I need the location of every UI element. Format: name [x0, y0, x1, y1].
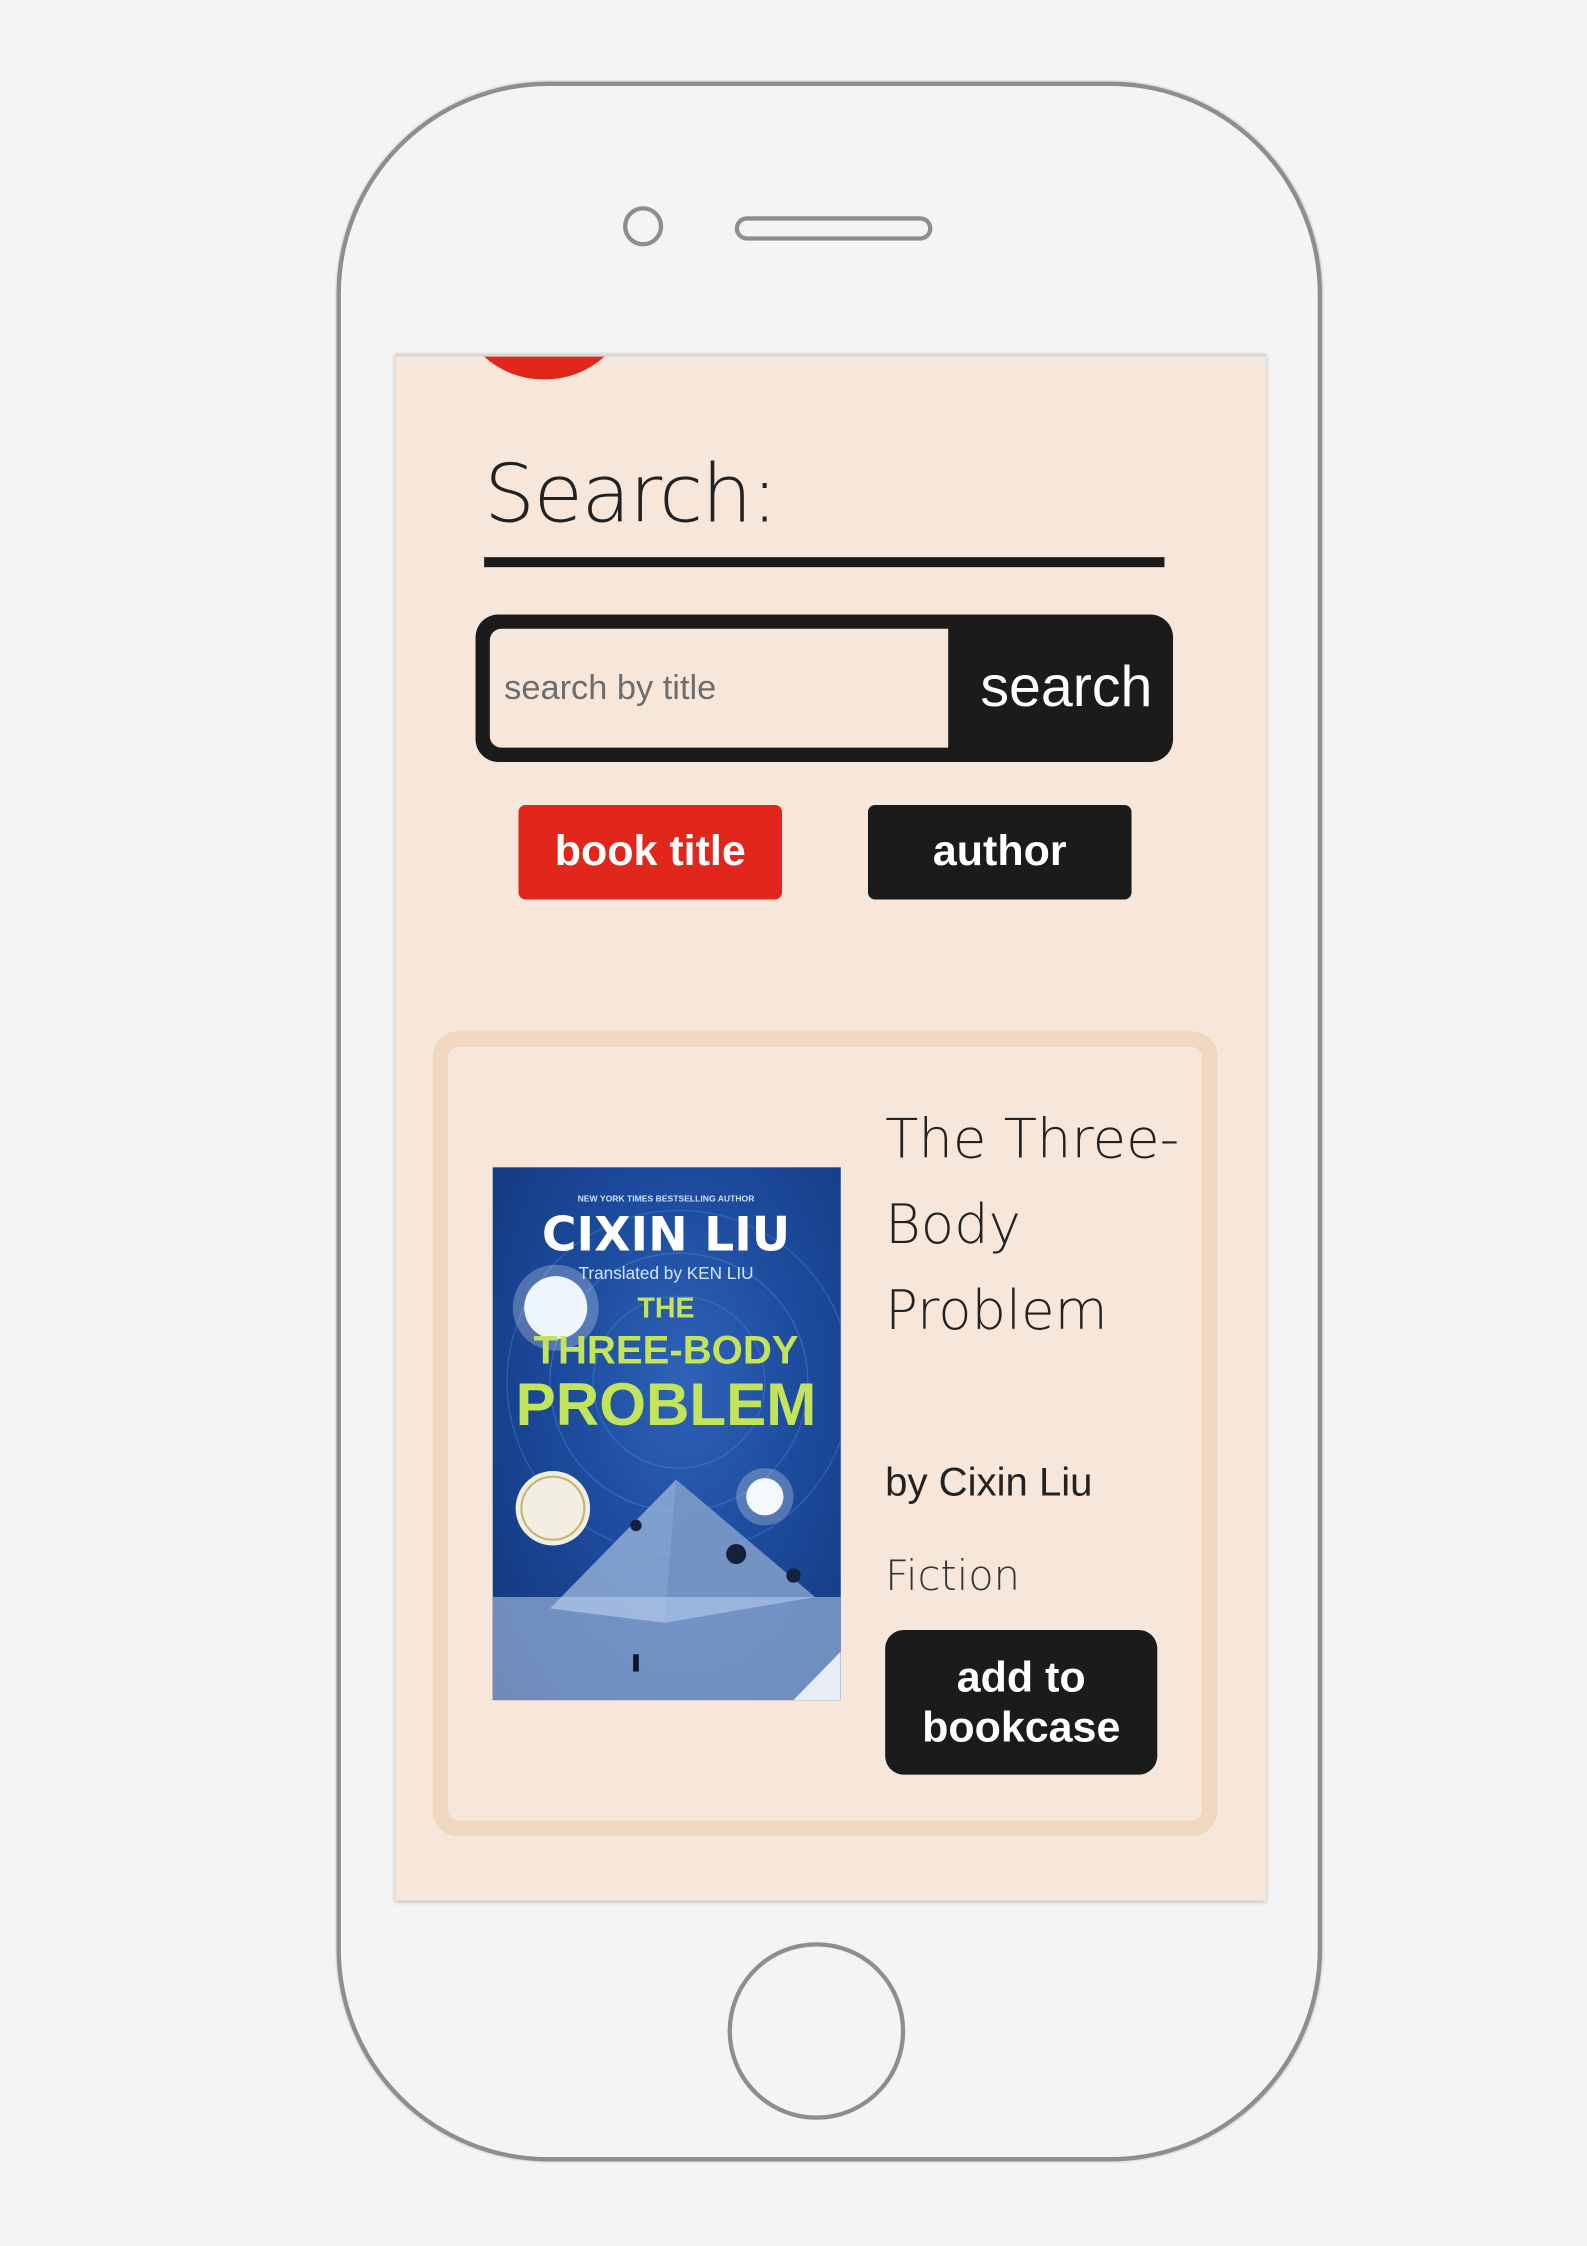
camera-icon — [623, 206, 664, 247]
cover-translator: Translated by KEN LIU — [579, 1263, 754, 1283]
search-input[interactable] — [489, 628, 949, 748]
search-heading: Search: — [484, 448, 778, 542]
book-title: The Three-Body Problem — [885, 1107, 1180, 1343]
filter-author-button[interactable]: author — [867, 804, 1132, 900]
cover-title-line1: THE — [637, 1293, 694, 1325]
heading-underline — [484, 557, 1165, 568]
book-cover-image: NEW YORK TIMES BESTSELLING AUTHOR CIXIN … — [492, 1167, 841, 1701]
logo-badge[interactable] — [458, 356, 631, 380]
speaker-grille — [734, 216, 933, 241]
filter-book-title-button[interactable]: book title — [518, 804, 783, 900]
cover-title-line3: PROBLEM — [516, 1371, 817, 1438]
cover-title-line2: THREE-BODY — [533, 1329, 798, 1373]
search-button[interactable]: search — [960, 614, 1173, 762]
book-author: by Cixin Liu — [885, 1459, 1093, 1504]
home-button[interactable] — [727, 1942, 906, 2120]
book-cover-art: NEW YORK TIMES BESTSELLING AUTHOR CIXIN … — [492, 1194, 841, 1701]
add-to-bookcase-button[interactable]: add to bookcase — [885, 1629, 1158, 1775]
book-result-card: NEW YORK TIMES BESTSELLING AUTHOR CIXIN … — [432, 1031, 1218, 1837]
book-genre: Fiction — [885, 1551, 1020, 1600]
app-stage: Search: search book title author — [0, 0, 1587, 2246]
cover-kicker: NEW YORK TIMES BESTSELLING AUTHOR — [578, 1194, 756, 1204]
phone-screen: Search: search book title author — [395, 353, 1267, 1901]
cover-author: CIXIN LIU — [542, 1207, 790, 1262]
search-bar: search — [475, 614, 1174, 762]
